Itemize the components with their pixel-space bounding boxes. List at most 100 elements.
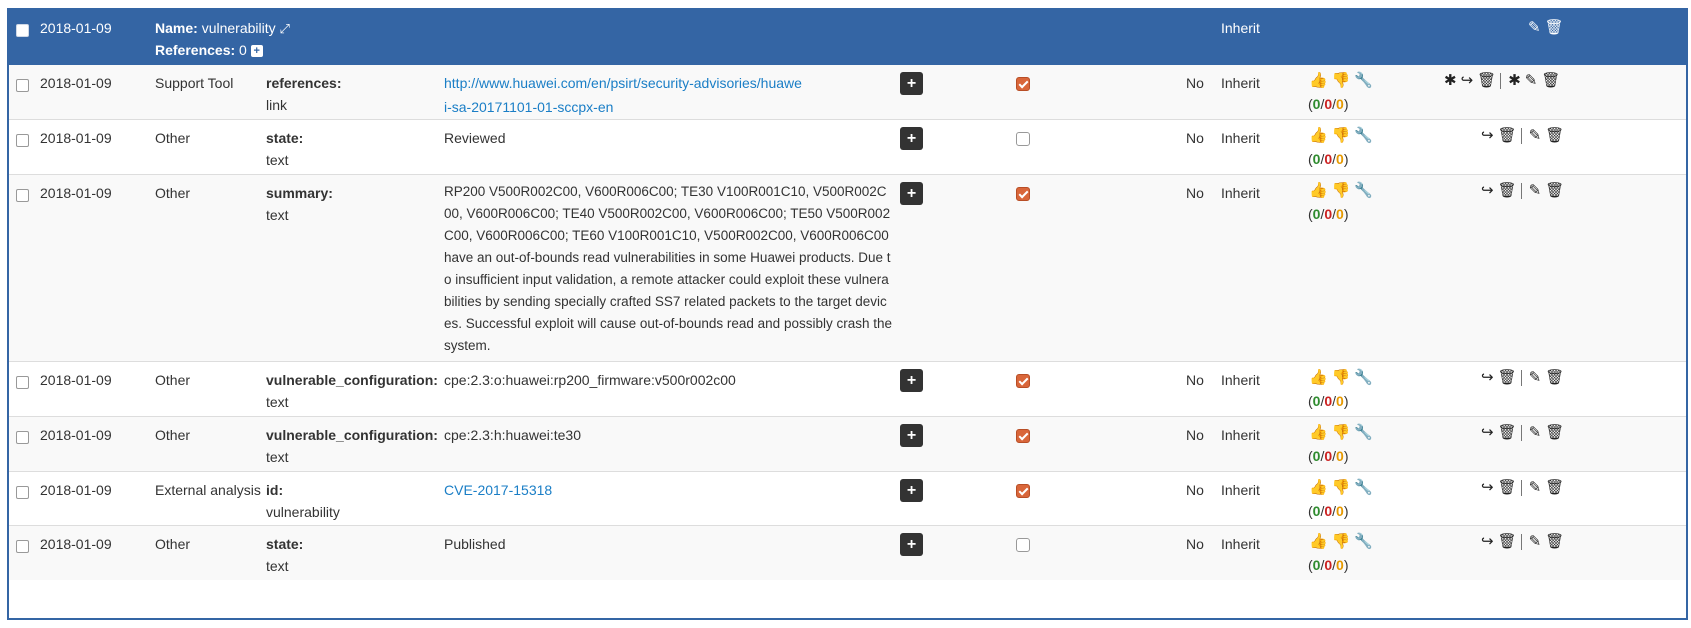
trash-icon[interactable]: 🗑	[1545, 478, 1564, 496]
add-tag-button[interactable]: +	[900, 424, 923, 447]
thumbs-down-icon[interactable]: 👎	[1332, 71, 1351, 89]
vote-counts: (0/0/0)	[1308, 96, 1349, 112]
wrench-icon[interactable]: 🔧	[1354, 181, 1373, 199]
row-checkbox[interactable]	[16, 486, 29, 499]
wrench-icon[interactable]: 🔧	[1354, 478, 1373, 496]
row-checkbox[interactable]	[16, 431, 29, 444]
trash-icon[interactable]: 🗑	[1545, 18, 1564, 36]
row-correlation: No	[1186, 130, 1204, 146]
trash-icon[interactable]: 🗑	[1545, 368, 1564, 386]
vote-counts: (0/0/0)	[1308, 206, 1349, 222]
trash-icon[interactable]: 🗑	[1545, 126, 1564, 144]
row-type: vulnerability	[266, 504, 340, 520]
asterisk-icon[interactable]: ✱	[1444, 71, 1457, 89]
trash-icon[interactable]: 🗑	[1498, 368, 1517, 386]
thumbs-up-icon[interactable]: 👍	[1309, 368, 1328, 386]
thumbs-down-icon[interactable]: 👎	[1332, 181, 1351, 199]
row-edit-actions: ↪ 🗑 ✎ 🗑	[1477, 532, 1564, 551]
wrench-icon[interactable]: 🔧	[1354, 126, 1373, 144]
edit-icon[interactable]: ✎	[1529, 532, 1542, 550]
row-key: state:	[266, 130, 304, 146]
thumbs-down-icon[interactable]: 👎	[1332, 532, 1351, 550]
to-ids-checkbox[interactable]	[1016, 484, 1030, 498]
trash-icon[interactable]: 🗑	[1545, 423, 1564, 441]
row-correlation: No	[1186, 75, 1204, 91]
add-tag-button[interactable]: +	[900, 182, 923, 205]
to-ids-checkbox[interactable]	[1016, 374, 1030, 388]
thumbs-down-icon[interactable]: 👎	[1332, 368, 1351, 386]
add-tag-button[interactable]: +	[900, 479, 923, 502]
to-ids-checkbox[interactable]	[1016, 429, 1030, 443]
row-type: text	[266, 207, 289, 223]
edit-icon[interactable]: ✎	[1529, 478, 1542, 496]
row-checkbox[interactable]	[16, 189, 29, 202]
cve-link[interactable]: CVE-2017-15318	[444, 482, 552, 498]
thumbs-down-icon[interactable]: 👎	[1332, 126, 1351, 144]
edit-icon[interactable]: ✎	[1529, 126, 1542, 144]
row-checkbox[interactable]	[16, 79, 29, 92]
trash-icon[interactable]: 🗑	[1477, 71, 1496, 89]
thumbs-up-icon[interactable]: 👍	[1309, 423, 1328, 441]
wrench-icon[interactable]: 🔧	[1354, 423, 1373, 441]
wrench-icon[interactable]: 🔧	[1354, 368, 1373, 386]
trash-icon[interactable]: 🗑	[1498, 478, 1517, 496]
share-icon[interactable]: ↪	[1481, 126, 1494, 144]
row-value: cpe:2.3:o:huawei:rp200_firmware:v500r002…	[444, 372, 736, 388]
wrench-icon[interactable]: 🔧	[1354, 71, 1373, 89]
edit-icon[interactable]: ✎	[1529, 181, 1542, 199]
share-icon[interactable]: ↪	[1481, 478, 1494, 496]
trash-icon[interactable]: 🗑	[1545, 532, 1564, 550]
trash-icon[interactable]: 🗑	[1498, 126, 1517, 144]
to-ids-checkbox[interactable]	[1016, 538, 1030, 552]
row-category: Other	[155, 130, 191, 146]
row-distribution: Inherit	[1221, 536, 1260, 552]
attributes-table: 2018-01-09 Name: vulnerability ⤢ Referen…	[7, 8, 1688, 620]
row-key: references:	[266, 75, 342, 91]
reference-link[interactable]: http://www.huawei.com/en/psirt/security-…	[444, 75, 802, 115]
add-tag-button[interactable]: +	[900, 72, 923, 95]
row-category: Support Tool	[155, 75, 234, 91]
row-key: id:	[266, 482, 284, 498]
thumbs-down-icon[interactable]: 👎	[1332, 478, 1351, 496]
share-icon[interactable]: ↪	[1461, 71, 1474, 89]
share-icon[interactable]: ↪	[1481, 368, 1494, 386]
table-row: 2018-01-09 Other vulnerable_configuratio…	[9, 362, 1686, 417]
row-checkbox[interactable]	[16, 540, 29, 553]
thumbs-up-icon[interactable]: 👍	[1309, 532, 1328, 550]
to-ids-checkbox[interactable]	[1016, 77, 1030, 91]
asterisk-icon[interactable]: ✱	[1508, 71, 1521, 89]
share-icon[interactable]: ↪	[1481, 532, 1494, 550]
add-tag-button[interactable]: +	[900, 127, 923, 150]
add-reference-button[interactable]: +	[250, 45, 263, 58]
add-tag-button[interactable]: +	[900, 369, 923, 392]
vote-counts: (0/0/0)	[1308, 151, 1349, 167]
thumbs-up-icon[interactable]: 👍	[1309, 71, 1328, 89]
thumbs-down-icon[interactable]: 👎	[1332, 423, 1351, 441]
wrench-icon[interactable]: 🔧	[1354, 532, 1373, 550]
trash-icon[interactable]: 🗑	[1498, 532, 1517, 550]
trash-icon[interactable]: 🗑	[1545, 181, 1564, 199]
row-category: Other	[155, 372, 191, 388]
to-ids-checkbox[interactable]	[1016, 132, 1030, 146]
row-checkbox[interactable]	[16, 376, 29, 389]
edit-icon[interactable]: ✎	[1529, 423, 1542, 441]
trash-icon[interactable]: 🗑	[1541, 71, 1560, 89]
row-distribution: Inherit	[1221, 75, 1260, 91]
select-all-checkbox[interactable]	[16, 24, 29, 37]
row-date: 2018-01-09	[40, 185, 112, 201]
thumbs-up-icon[interactable]: 👍	[1309, 478, 1328, 496]
edit-icon[interactable]: ✎	[1528, 18, 1541, 36]
row-checkbox[interactable]	[16, 134, 29, 147]
thumbs-up-icon[interactable]: 👍	[1309, 126, 1328, 144]
add-tag-button[interactable]: +	[900, 533, 923, 556]
to-ids-checkbox[interactable]	[1016, 187, 1030, 201]
trash-icon[interactable]: 🗑	[1498, 181, 1517, 199]
edit-icon[interactable]: ✎	[1529, 368, 1542, 386]
edit-icon[interactable]: ✎	[1525, 71, 1538, 89]
share-icon[interactable]: ↪	[1481, 423, 1494, 441]
thumbs-up-icon[interactable]: 👍	[1309, 181, 1328, 199]
share-icon[interactable]: ↪	[1481, 181, 1494, 199]
trash-icon[interactable]: 🗑	[1498, 423, 1517, 441]
expand-icon[interactable]: ⤢	[280, 21, 290, 36]
row-edit-actions: ✱ ↪ 🗑 ✱ ✎ 🗑	[1440, 71, 1560, 90]
